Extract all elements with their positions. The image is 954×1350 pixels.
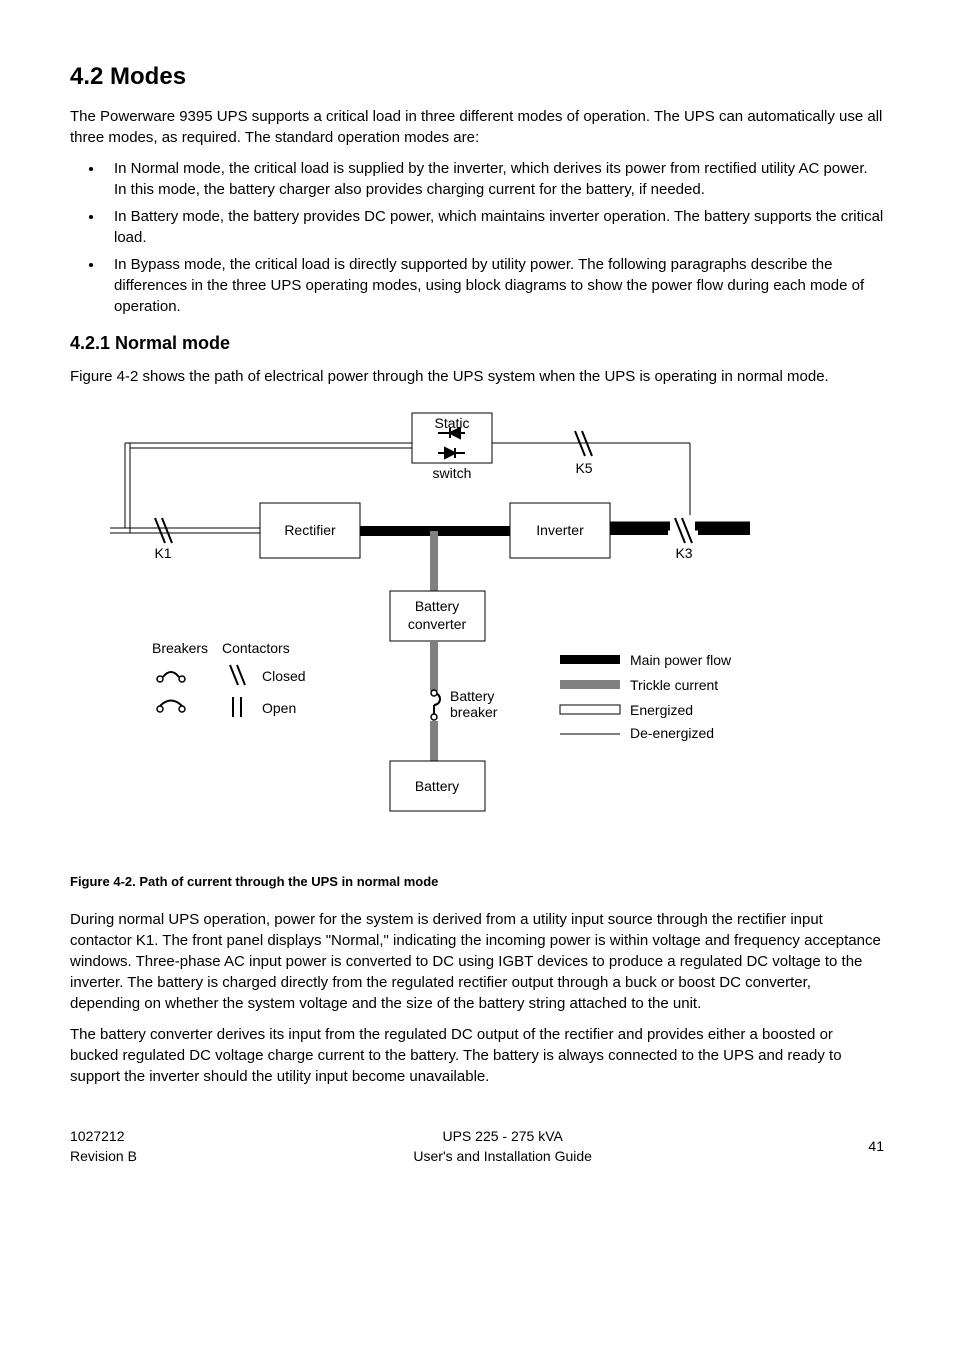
battery-breaker-label-1: Battery <box>450 688 494 704</box>
closed-label: Closed <box>262 668 306 684</box>
diagram-svg: K1 Static switch K5 <box>70 403 770 853</box>
page-number: 41 <box>868 1137 884 1157</box>
k3-contactor: K3 <box>610 515 750 561</box>
figure-4-2: K1 Static switch K5 <box>70 403 884 891</box>
breakers-label: Breakers <box>152 640 208 656</box>
contactors-label: Contactors <box>222 640 290 656</box>
subsection-heading: 4.2.1 Normal mode <box>70 331 884 356</box>
inverter-label: Inverter <box>536 522 584 538</box>
body-paragraph-2: The battery converter derives its input … <box>70 1024 884 1087</box>
guide-name: User's and Installation Guide <box>413 1147 592 1167</box>
battery-breaker: Battery breaker <box>422 688 498 721</box>
main-flow-label: Main power flow <box>630 652 732 668</box>
product-name: UPS 225 - 275 kVA <box>413 1127 592 1147</box>
list-item: In Bypass mode, the critical load is dir… <box>104 254 884 317</box>
open-label: Open <box>262 700 296 716</box>
legend-left: Breakers Contactors Closed <box>152 640 306 717</box>
revision: Revision B <box>70 1147 137 1167</box>
battery-converter-label-1: Battery <box>415 598 459 614</box>
k1-label: K1 <box>154 545 171 561</box>
figure-caption: Figure 4-2. Path of current through the … <box>70 873 884 891</box>
legend-right: Main power flow Trickle current Energize… <box>560 652 732 741</box>
k3-label: K3 <box>675 545 692 561</box>
battery-label: Battery <box>415 778 459 794</box>
k5-contactor: K5 <box>575 431 593 476</box>
de-energized-label: De-energized <box>630 725 714 741</box>
trickle-down-3 <box>430 721 438 761</box>
intro-paragraph: The Powerware 9395 UPS supports a critic… <box>70 106 884 148</box>
doc-number: 1027212 <box>70 1127 137 1147</box>
section-heading: 4.2 Modes <box>70 60 884 94</box>
energized-label: Energized <box>630 702 693 718</box>
trickle-down-2 <box>430 641 438 693</box>
switch-label: switch <box>433 465 472 481</box>
footer-left: 1027212 Revision B <box>70 1127 137 1166</box>
trickle-label: Trickle current <box>630 677 718 693</box>
modes-list: In Normal mode, the critical load is sup… <box>70 158 884 317</box>
k5-label: K5 <box>575 460 592 476</box>
k1-contactor: K1 <box>154 518 172 561</box>
list-item: In Battery mode, the battery provides DC… <box>104 206 884 248</box>
rectifier-label: Rectifier <box>284 522 336 538</box>
subsection-intro: Figure 4-2 shows the path of electrical … <box>70 366 884 387</box>
list-item: In Normal mode, the critical load is sup… <box>104 158 884 200</box>
battery-converter-label-2: converter <box>408 616 467 632</box>
body-paragraph-1: During normal UPS operation, power for t… <box>70 909 884 1014</box>
static-label: Static <box>434 415 469 431</box>
trickle-down-1 <box>430 531 438 591</box>
page-footer: 1027212 Revision B UPS 225 - 275 kVA Use… <box>70 1127 884 1166</box>
battery-breaker-label-2: breaker <box>450 704 498 720</box>
footer-center: UPS 225 - 275 kVA User's and Installatio… <box>413 1127 592 1166</box>
